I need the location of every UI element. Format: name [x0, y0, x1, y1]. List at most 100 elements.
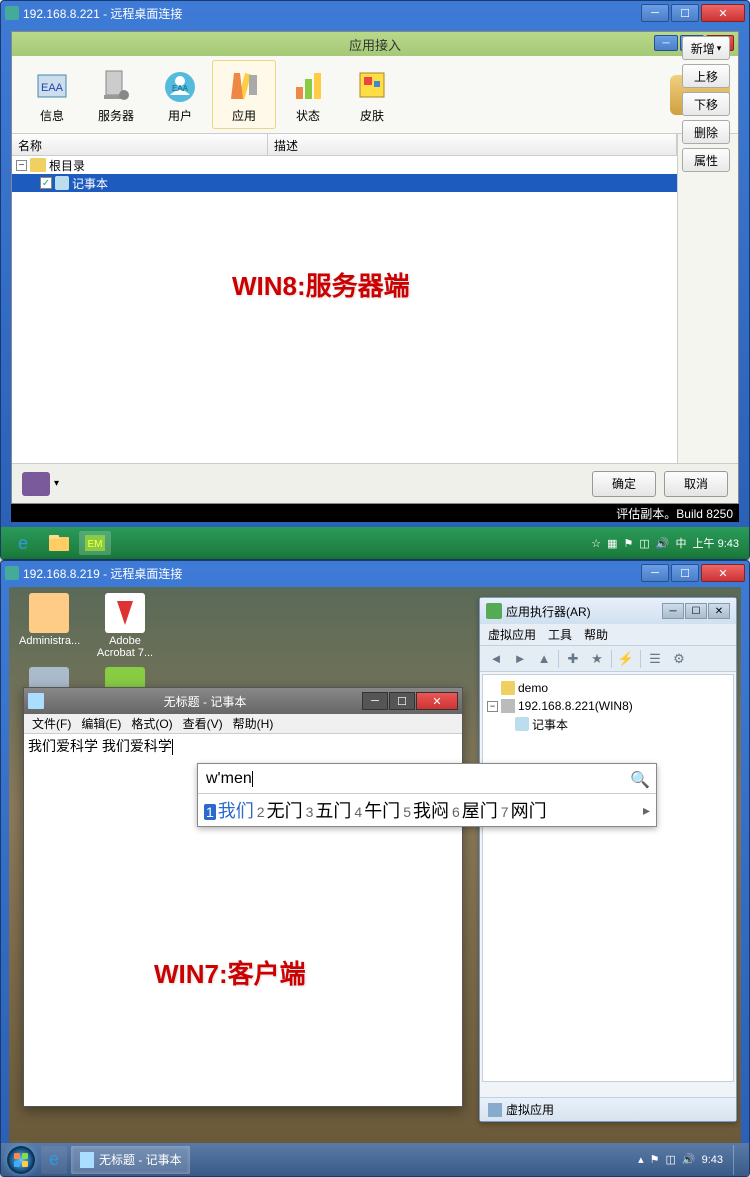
ok-button[interactable]: 确定: [592, 471, 656, 497]
ar-back-icon[interactable]: ◄: [486, 649, 506, 669]
ime-candidate-2[interactable]: 2无门: [257, 797, 303, 823]
properties-button[interactable]: 属性: [682, 148, 730, 172]
ar-menubar: 虚拟应用 工具 帮助: [480, 624, 736, 646]
ime-candidate-7[interactable]: 7网门: [501, 797, 547, 823]
system-tray[interactable]: ☆ ▦ ⚑ ◫ 🔊 中 上午 9:43: [591, 535, 745, 551]
chat-icon[interactable]: [22, 472, 50, 496]
ar-menu-help[interactable]: 帮助: [584, 626, 608, 643]
ar-tree-server[interactable]: − 192.168.8.221(WIN8): [487, 697, 729, 715]
tray-clock[interactable]: 9:43: [702, 1154, 723, 1166]
ar-up-icon[interactable]: ▲: [534, 649, 554, 669]
rdp-titlebar-top[interactable]: 192.168.8.221 - 远程桌面连接 ─ ☐ ✕: [1, 1, 749, 25]
delete-button[interactable]: 删除: [682, 120, 730, 144]
tray-icon[interactable]: ▦: [607, 537, 617, 550]
menu-file[interactable]: 文件(F): [28, 715, 75, 732]
taskbar-notepad[interactable]: 无标题 - 记事本: [71, 1146, 190, 1174]
ar-minimize-button[interactable]: ─: [662, 603, 684, 619]
np-close-button[interactable]: ✕: [416, 692, 458, 710]
tree-item-row[interactable]: ✓ 记事本: [12, 174, 677, 192]
ar-menu-tools[interactable]: 工具: [548, 626, 572, 643]
up-button[interactable]: 上移: [682, 64, 730, 88]
tray-volume-icon[interactable]: 🔊: [682, 1153, 696, 1166]
taskbar-win7[interactable]: e 无标题 - 记事本 ▴ ⚑ ◫ 🔊 9:43: [1, 1143, 749, 1176]
tray-up-icon[interactable]: ▴: [638, 1153, 644, 1166]
chat-dropdown-icon[interactable]: ▾: [54, 478, 59, 489]
close-button[interactable]: ✕: [701, 564, 745, 582]
rdp-titlebar-bottom[interactable]: 192.168.8.219 - 远程桌面连接 ─ ☐ ✕: [1, 561, 749, 585]
ar-star-icon[interactable]: ★: [587, 649, 607, 669]
rdp-title: 192.168.8.219 - 远程桌面连接: [23, 565, 641, 582]
menu-view[interactable]: 查看(V): [179, 715, 227, 732]
search-icon[interactable]: 🔍: [630, 770, 648, 788]
ar-settings-icon[interactable]: ⚙: [669, 649, 689, 669]
tray-volume-icon[interactable]: 🔊: [656, 537, 670, 550]
desktop-icon-acrobat[interactable]: Adobe Acrobat 7...: [95, 593, 155, 659]
menu-format[interactable]: 格式(O): [127, 715, 176, 732]
notepad-titlebar[interactable]: 无标题 - 记事本 ─ ☐ ✕: [24, 688, 462, 714]
app-minimize-button[interactable]: ─: [654, 35, 678, 51]
tray-ime-icon[interactable]: 中: [676, 535, 687, 551]
toolbar-app[interactable]: 应用: [212, 60, 276, 129]
tree-area[interactable]: − 根目录 ✓ 记事本 WIN8:服务器端: [12, 156, 677, 466]
ar-forward-icon[interactable]: ►: [510, 649, 530, 669]
maximize-button[interactable]: ☐: [671, 4, 699, 22]
taskbar-win8[interactable]: e EM ☆ ▦ ⚑ ◫ 🔊 中 上午 9:43: [1, 527, 749, 559]
col-desc[interactable]: 描述: [268, 134, 677, 155]
taskbar-ie[interactable]: e: [41, 1146, 67, 1174]
ar-tree-demo[interactable]: demo: [487, 679, 729, 697]
system-tray[interactable]: ▴ ⚑ ◫ 🔊 9:43: [638, 1145, 747, 1175]
ime-candidate-5[interactable]: 5我闷: [403, 797, 449, 823]
collapse-icon[interactable]: −: [16, 160, 27, 171]
tree-root-row[interactable]: − 根目录: [12, 156, 677, 174]
taskbar-ie[interactable]: e: [7, 531, 39, 555]
notepad-icon: [79, 1152, 95, 1168]
cancel-button[interactable]: 取消: [664, 471, 728, 497]
np-maximize-button[interactable]: ☐: [389, 692, 415, 710]
ar-maximize-button[interactable]: ☐: [685, 603, 707, 619]
ar-menu-virtual[interactable]: 虚拟应用: [488, 626, 536, 643]
show-desktop-button[interactable]: [733, 1145, 743, 1175]
np-minimize-button[interactable]: ─: [362, 692, 388, 710]
app-titlebar[interactable]: 应用接入 ─ ☐ ✕: [12, 32, 738, 56]
maximize-button[interactable]: ☐: [671, 564, 699, 582]
remote-desktop[interactable]: Administra... Adobe Acrobat 7... 应用执行器(A…: [9, 587, 741, 1143]
toolbar-server[interactable]: 服务器: [84, 61, 148, 128]
add-button[interactable]: 新增▾: [682, 36, 730, 60]
desktop-icon-admin[interactable]: Administra...: [19, 593, 79, 647]
close-button[interactable]: ✕: [701, 4, 745, 22]
toolbar-user[interactable]: EAA 用户: [148, 61, 212, 128]
menu-edit[interactable]: 编辑(E): [77, 715, 125, 732]
menu-help[interactable]: 帮助(H): [229, 715, 278, 732]
tray-clock[interactable]: 上午 9:43: [693, 535, 739, 551]
checkbox-icon[interactable]: ✓: [40, 177, 52, 189]
taskbar-explorer[interactable]: [43, 531, 75, 555]
down-button[interactable]: 下移: [682, 92, 730, 116]
tray-network-icon[interactable]: ◫: [665, 1153, 675, 1166]
minimize-button[interactable]: ─: [641, 564, 669, 582]
ar-refresh-icon[interactable]: ⚡: [616, 649, 636, 669]
ar-titlebar[interactable]: 应用执行器(AR) ─ ☐ ✕: [480, 598, 736, 624]
tray-flag-icon[interactable]: ⚑: [650, 1153, 660, 1166]
ime-popup[interactable]: w'men 🔍 1我们 2无门 3五门 4午门 5我闷 6屋门 7网门 ▸: [197, 763, 657, 827]
ime-candidate-4[interactable]: 4午门: [354, 797, 400, 823]
ar-tree[interactable]: demo − 192.168.8.221(WIN8) 记事本: [482, 674, 734, 1082]
ime-candidate-1[interactable]: 1我们: [204, 797, 254, 823]
ime-next-icon[interactable]: ▸: [643, 802, 650, 819]
collapse-icon[interactable]: −: [487, 701, 498, 712]
minimize-button[interactable]: ─: [641, 4, 669, 22]
tray-flag-icon[interactable]: ⚑: [624, 537, 634, 550]
ar-add-icon[interactable]: ✚: [563, 649, 583, 669]
ar-close-button[interactable]: ✕: [708, 603, 730, 619]
col-name[interactable]: 名称: [12, 134, 268, 155]
ar-list-icon[interactable]: ☰: [645, 649, 665, 669]
start-button[interactable]: [3, 1145, 39, 1175]
taskbar-em[interactable]: EM: [79, 531, 111, 555]
toolbar-info[interactable]: EAA 信息: [20, 61, 84, 128]
toolbar-status[interactable]: 状态: [276, 61, 340, 128]
tray-network-icon[interactable]: ◫: [639, 537, 649, 550]
tray-icon[interactable]: ☆: [591, 537, 601, 550]
ar-tree-notepad[interactable]: 记事本: [487, 715, 729, 733]
ime-candidate-3[interactable]: 3五门: [306, 797, 352, 823]
toolbar-skin[interactable]: 皮肤: [340, 61, 404, 128]
ime-candidate-6[interactable]: 6屋门: [452, 797, 498, 823]
